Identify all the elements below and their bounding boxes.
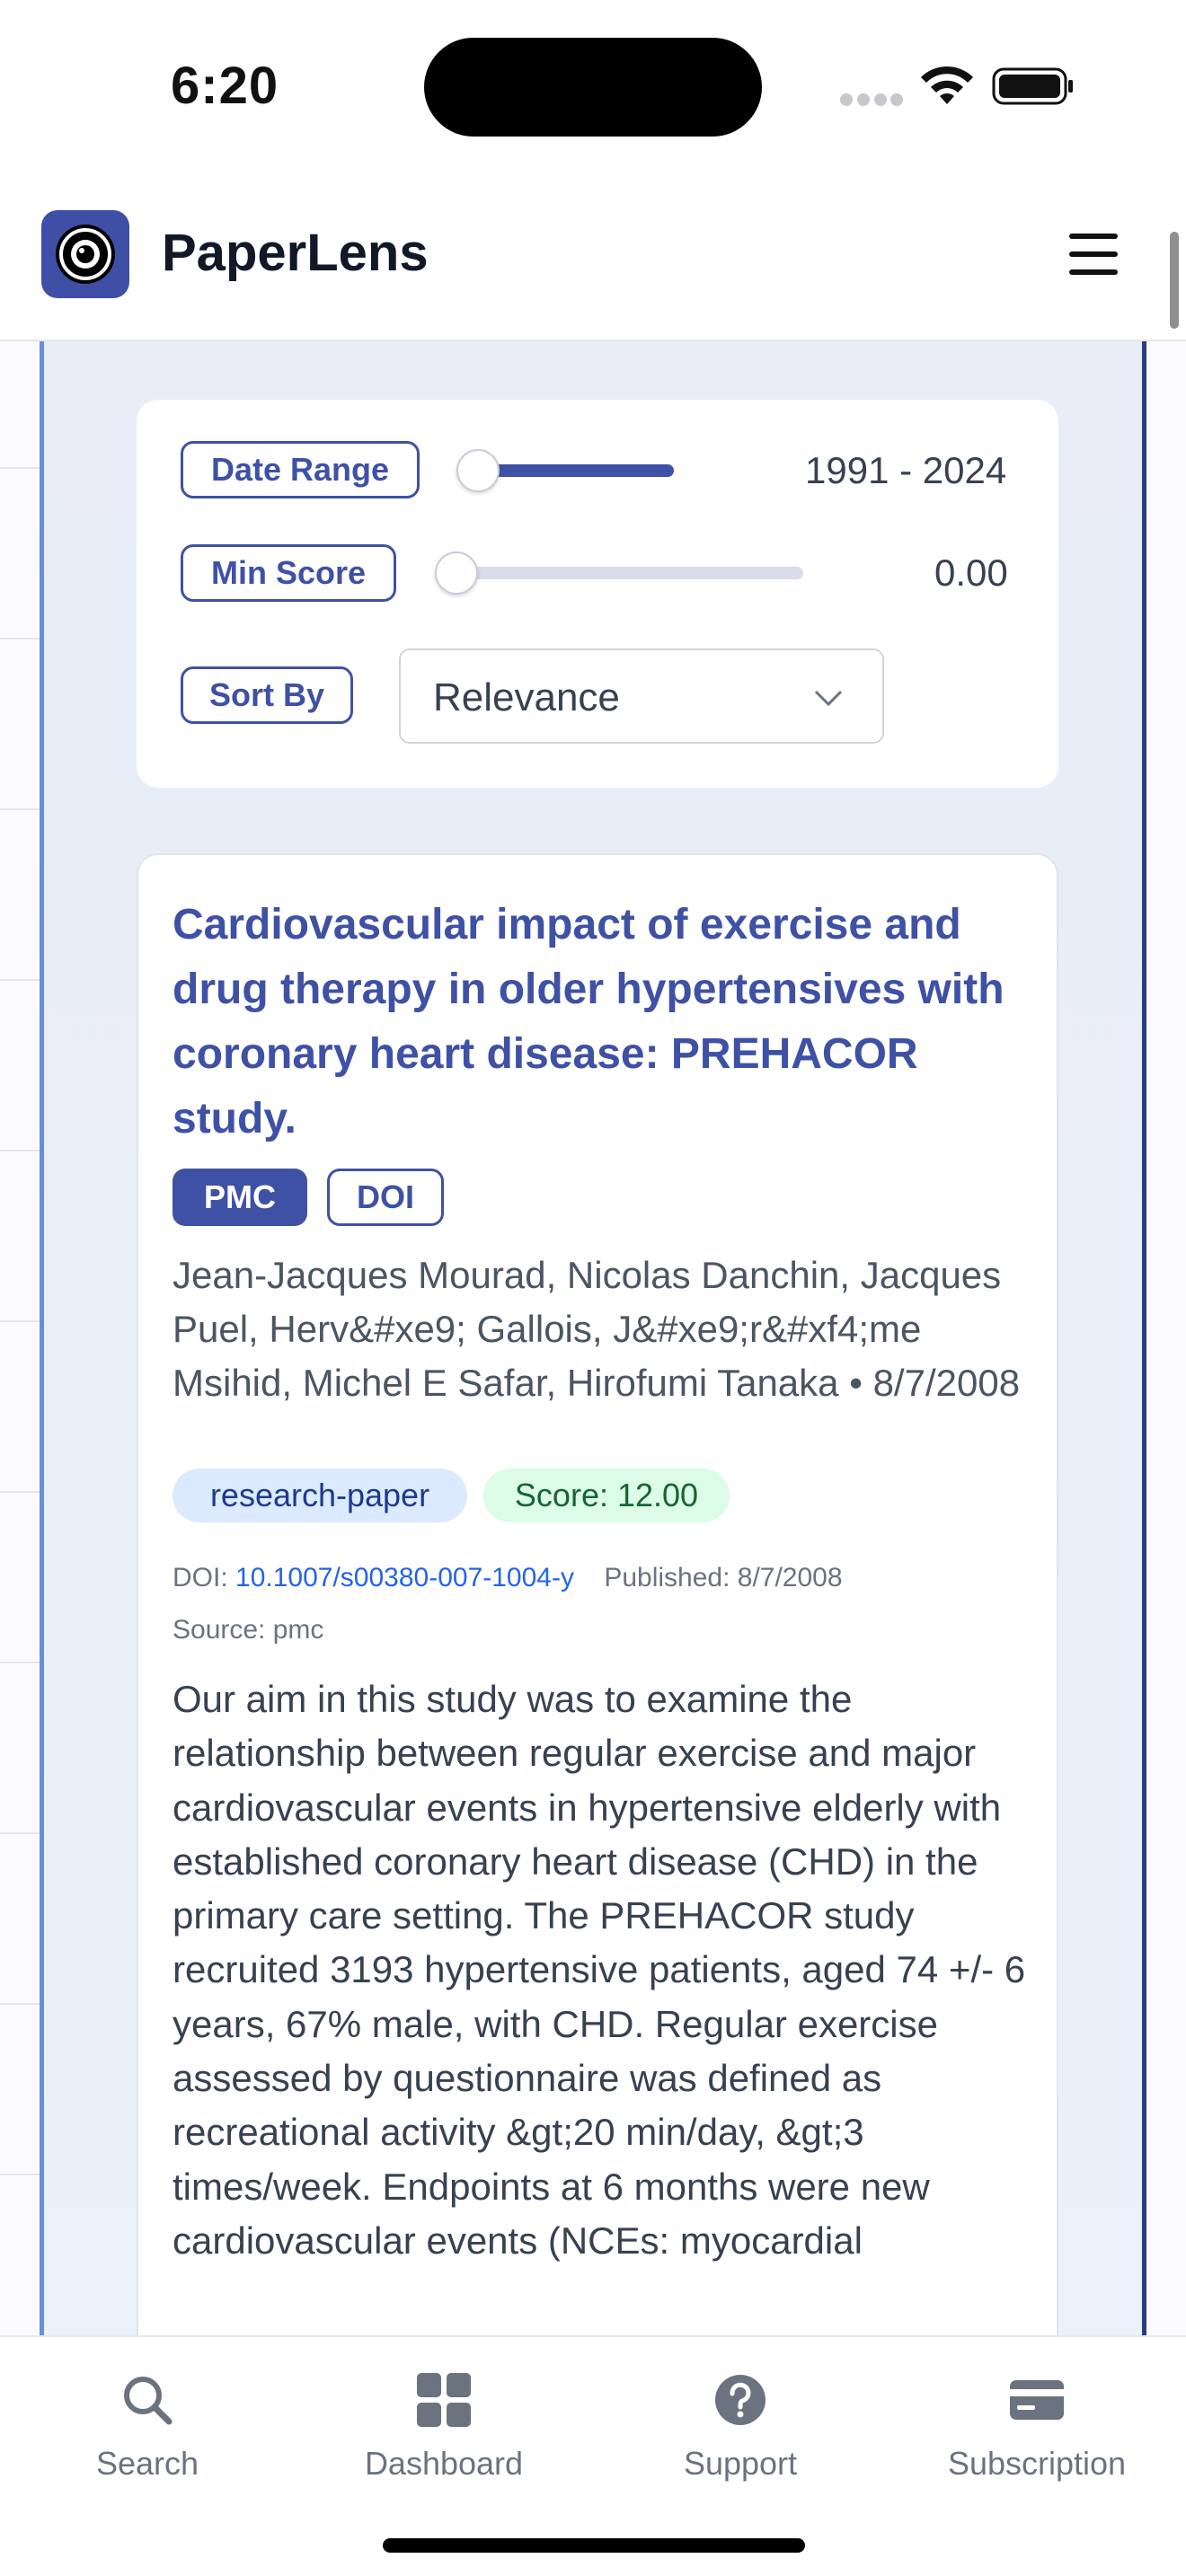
home-indicator — [383, 2538, 805, 2553]
doi-link[interactable]: 10.1007/s00380-007-1004-y — [235, 1563, 574, 1592]
app-header: PaperLens — [0, 171, 1186, 341]
tab-search[interactable]: Search — [13, 2371, 282, 2506]
source-text: Source: pmc — [173, 1615, 324, 1645]
tab-dashboard[interactable]: Dashboard — [309, 2371, 579, 2506]
type-tag: research-paper — [173, 1469, 467, 1522]
sort-by-label: Sort By — [181, 666, 353, 724]
tab-subscription-label: Subscription — [947, 2445, 1127, 2482]
score-tag: Score: 12.00 — [483, 1469, 730, 1522]
sort-by-select[interactable]: Relevance — [399, 648, 884, 744]
min-score-slider-thumb[interactable] — [435, 551, 478, 595]
search-results-panel: Date Range 1991 - 2024 Min Score 0.00 So… — [40, 341, 1146, 2335]
date-range-label: Date Range — [181, 441, 420, 498]
dynamic-island — [424, 38, 762, 137]
pmc-button[interactable]: PMC — [173, 1169, 307, 1226]
tab-dashboard-label: Dashboard — [364, 2445, 524, 2482]
tab-subscription[interactable]: Subscription — [902, 2371, 1172, 2506]
sort-by-selected: Relevance — [433, 675, 620, 719]
lens-icon — [56, 225, 115, 284]
status-bar: 6:20 — [0, 0, 1186, 171]
result-card: Cardiovascular impact of exercise and dr… — [137, 853, 1058, 2335]
abstract-text: Our aim in this study was to examine the… — [173, 1678, 1026, 2262]
doi-label: DOI: — [173, 1563, 228, 1592]
scrollbar[interactable] — [1170, 232, 1179, 329]
min-score-value: 0.00 — [934, 551, 1008, 594]
meta-row: DOI: 10.1007/s00380-007-1004-y Published… — [173, 1563, 843, 1593]
result-title-link[interactable]: Cardiovascular impact of exercise and dr… — [173, 893, 1035, 1151]
date-range-slider-thumb[interactable] — [456, 449, 500, 492]
tab-support[interactable]: Support — [606, 2371, 875, 2506]
min-score-track[interactable] — [456, 567, 803, 579]
dashboard-icon — [417, 2373, 471, 2427]
battery-icon — [992, 67, 1073, 105]
date-range-value: 1991 - 2024 — [805, 449, 1007, 491]
hamburger-menu-icon[interactable] — [1066, 226, 1121, 282]
published-date: Published: 8/7/2008 — [604, 1563, 843, 1592]
search-icon — [124, 2377, 173, 2425]
authors-text: Jean-Jacques Mourad, Nicolas Danchin, Ja… — [173, 1254, 1021, 1404]
app-title: PaperLens — [162, 224, 429, 282]
card-icon — [1010, 2380, 1064, 2420]
tab-support-label: Support — [683, 2445, 798, 2482]
min-score-label: Min Score — [181, 544, 396, 602]
doi-button[interactable]: DOI — [327, 1169, 444, 1226]
wifi-icon — [921, 66, 973, 104]
filters-card: Date Range 1991 - 2024 Min Score 0.00 So… — [137, 400, 1058, 788]
date-range-fill — [478, 464, 674, 477]
app-logo — [41, 210, 129, 298]
tab-search-label: Search — [95, 2445, 199, 2482]
cellular-signal-icon — [840, 93, 903, 106]
status-time: 6:20 — [171, 57, 279, 115]
help-icon — [715, 2375, 766, 2425]
chevron-down-icon — [814, 690, 843, 707]
